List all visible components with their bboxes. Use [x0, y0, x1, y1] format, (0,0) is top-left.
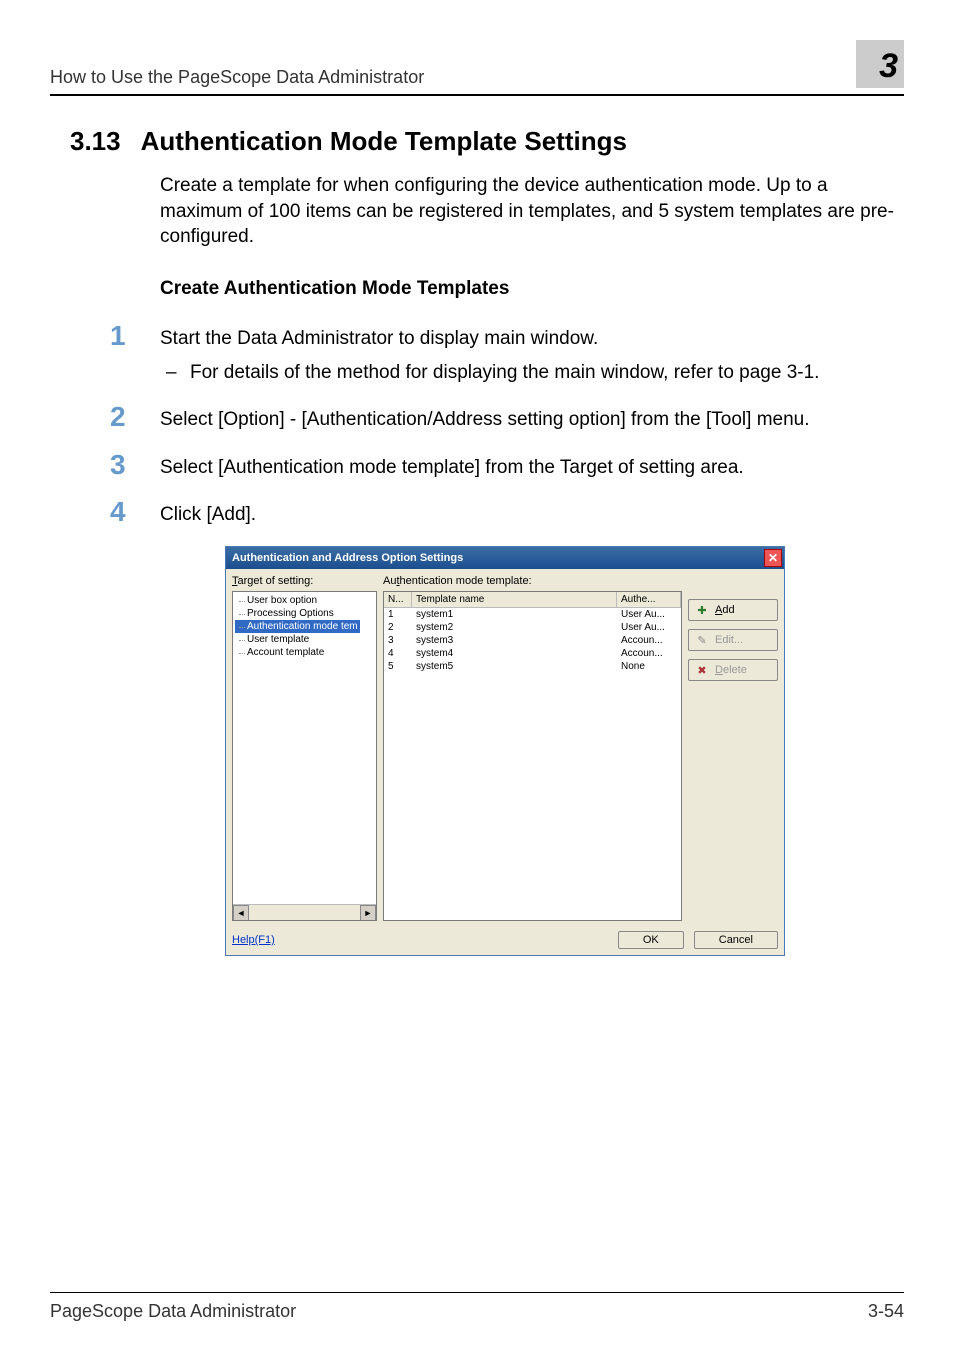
- scroll-track[interactable]: [249, 906, 360, 920]
- step-4: 4 Click [Add].: [50, 498, 904, 528]
- section-title: Authentication Mode Template Settings: [141, 126, 627, 156]
- cell-auth: User Au...: [617, 621, 681, 634]
- col-header-name[interactable]: Template name: [412, 592, 617, 607]
- chapter-number: 3: [879, 47, 898, 86]
- edit-button[interactable]: ✎ Edit...: [688, 629, 778, 651]
- step-2: 2 Select [Option] - [Authentication/Addr…: [50, 403, 904, 433]
- col-header-number[interactable]: N...: [384, 592, 412, 607]
- horizontal-scrollbar[interactable]: ◄ ►: [233, 904, 376, 920]
- page-footer: PageScope Data Administrator 3-54: [50, 1292, 904, 1322]
- add-label: Add: [715, 604, 735, 616]
- edit-label: Edit...: [715, 634, 743, 646]
- cell-name: system1: [412, 608, 617, 621]
- cell-auth: User Au...: [617, 608, 681, 621]
- scroll-right-button[interactable]: ►: [360, 905, 376, 921]
- sub-heading: Create Authentication Mode Templates: [160, 278, 904, 300]
- button-column: ✚ Add ✎ Edit... ✖ Delete: [688, 575, 778, 921]
- tree-item[interactable]: Account template: [235, 646, 374, 659]
- step-text: Start the Data Administrator to display …: [160, 326, 904, 352]
- list-row[interactable]: 2 system2 User Au...: [384, 621, 681, 634]
- cell-name: system5: [412, 660, 617, 673]
- section-heading: 3.13 Authentication Mode Template Setting…: [70, 126, 904, 157]
- ok-button[interactable]: OK: [618, 931, 684, 949]
- page-header: How to Use the PageScope Data Administra…: [50, 40, 904, 96]
- delete-label: Delete: [715, 664, 747, 676]
- step-number: 1: [50, 322, 160, 385]
- delete-icon: ✖: [695, 663, 709, 677]
- step-text: Select [Authentication mode template] fr…: [160, 451, 904, 481]
- cell-auth: None: [617, 660, 681, 673]
- dialog-title: Authentication and Address Option Settin…: [232, 552, 463, 564]
- close-icon: ✕: [768, 551, 778, 565]
- close-button[interactable]: ✕: [764, 549, 782, 567]
- cell-number: 1: [384, 608, 412, 621]
- step-text: Click [Add].: [160, 498, 904, 528]
- cell-number: 4: [384, 647, 412, 660]
- tree-item-selected[interactable]: Authentication mode tem: [235, 620, 360, 633]
- step-3: 3 Select [Authentication mode template] …: [50, 451, 904, 481]
- chapter-badge: 3: [856, 40, 904, 88]
- delete-button[interactable]: ✖ Delete: [688, 659, 778, 681]
- cell-name: system4: [412, 647, 617, 660]
- chevron-left-icon: ◄: [237, 908, 246, 918]
- help-link[interactable]: Help(F1): [232, 934, 275, 946]
- step-number: 3: [50, 451, 160, 481]
- header-title: How to Use the PageScope Data Administra…: [50, 67, 424, 88]
- target-label: Target of setting:: [232, 575, 377, 587]
- step-1: 1 Start the Data Administrator to displa…: [50, 322, 904, 385]
- list-row[interactable]: 3 system3 Accoun...: [384, 634, 681, 647]
- intro-paragraph: Create a template for when configuring t…: [160, 173, 904, 250]
- tree-item[interactable]: User template: [235, 633, 374, 646]
- list-row[interactable]: 4 system4 Accoun...: [384, 647, 681, 660]
- tree-panel[interactable]: User box option Processing Options Authe…: [232, 591, 377, 921]
- tree-item[interactable]: User box option: [235, 594, 374, 607]
- add-button[interactable]: ✚ Add: [688, 599, 778, 621]
- step-number: 2: [50, 403, 160, 433]
- cell-number: 3: [384, 634, 412, 647]
- step-number: 4: [50, 498, 160, 528]
- settings-dialog: Authentication and Address Option Settin…: [225, 546, 785, 956]
- col-header-auth[interactable]: Authe...: [617, 592, 681, 607]
- cell-name: system2: [412, 621, 617, 634]
- list-row[interactable]: 1 system1 User Au...: [384, 608, 681, 621]
- footer-right: 3-54: [868, 1301, 904, 1322]
- cancel-button[interactable]: Cancel: [694, 931, 778, 949]
- edit-icon: ✎: [695, 633, 709, 647]
- template-list[interactable]: N... Template name Authe... 1 system1 Us…: [383, 591, 682, 921]
- chevron-right-icon: ►: [364, 908, 373, 918]
- list-row[interactable]: 5 system5 None: [384, 660, 681, 673]
- list-header[interactable]: N... Template name Authe...: [384, 592, 681, 608]
- dialog-titlebar[interactable]: Authentication and Address Option Settin…: [226, 547, 784, 569]
- cell-number: 2: [384, 621, 412, 634]
- section-number: 3.13: [70, 126, 121, 156]
- tree-item[interactable]: Processing Options: [235, 607, 374, 620]
- step-text: Select [Option] - [Authentication/Addres…: [160, 403, 904, 433]
- cell-name: system3: [412, 634, 617, 647]
- cell-auth: Accoun...: [617, 647, 681, 660]
- cell-number: 5: [384, 660, 412, 673]
- footer-left: PageScope Data Administrator: [50, 1301, 296, 1322]
- scroll-left-button[interactable]: ◄: [233, 905, 249, 921]
- add-icon: ✚: [695, 603, 709, 617]
- list-label: Authentication mode template:: [383, 575, 682, 587]
- step-sub-text: For details of the method for displaying…: [190, 360, 904, 386]
- cell-auth: Accoun...: [617, 634, 681, 647]
- dash-bullet: –: [160, 360, 190, 386]
